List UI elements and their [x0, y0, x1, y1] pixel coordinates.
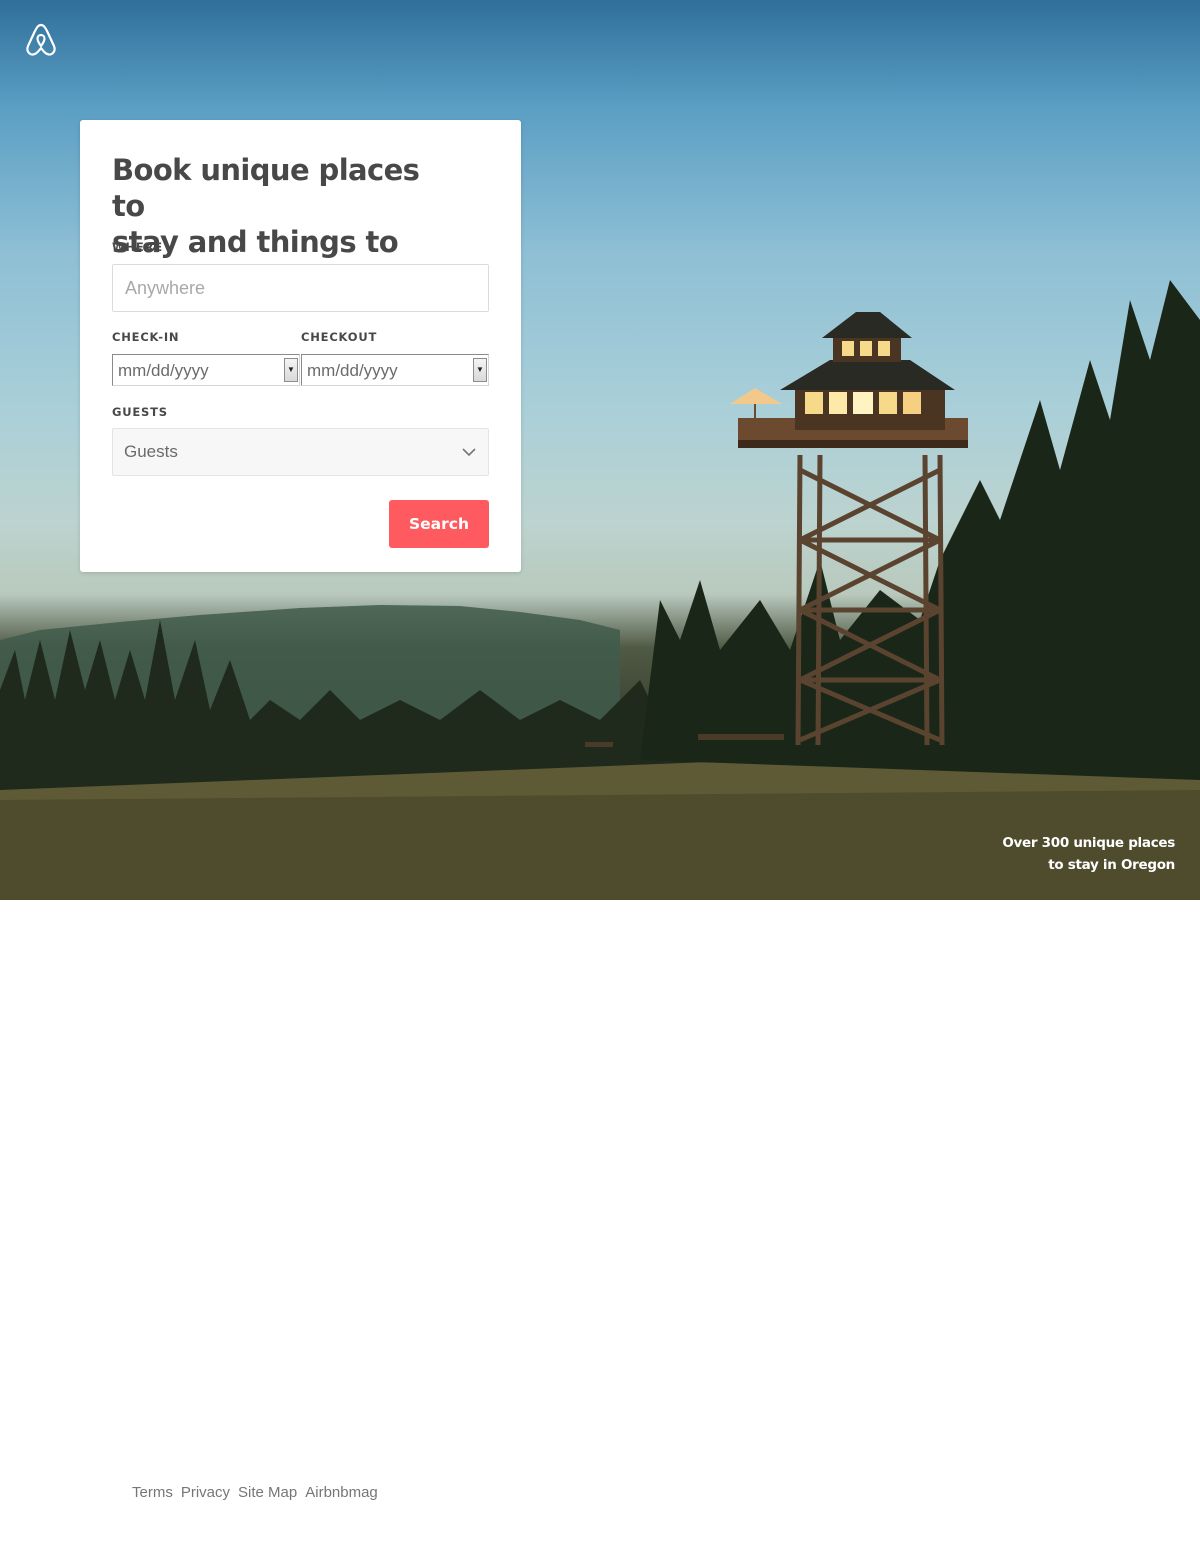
checkout-dropdown-icon[interactable]: ▼	[473, 358, 487, 382]
where-input[interactable]: Anywhere	[112, 264, 489, 312]
footer-link-privacy[interactable]: Privacy	[181, 1484, 230, 1501]
hero-caption-line1: Over 300 unique places	[1002, 835, 1175, 851]
title-line1: Book unique places to	[112, 153, 420, 223]
checkin-date-input[interactable]: mm/dd/yyyy ▼	[112, 354, 300, 386]
guests-value: Guests	[124, 442, 178, 461]
airbnb-logo-icon[interactable]	[24, 22, 58, 58]
guests-label: GUESTS	[112, 405, 168, 419]
footer-links: Terms Privacy Site Map Airbnbmag	[132, 1484, 378, 1501]
hero-caption: Over 300 unique places to stay in Oregon	[915, 832, 1175, 876]
checkout-date-input[interactable]: mm/dd/yyyy ▼	[301, 354, 489, 386]
checkin-label: CHECK-IN	[112, 330, 180, 344]
footer-link-terms[interactable]: Terms	[132, 1484, 173, 1501]
where-placeholder: Anywhere	[125, 278, 206, 298]
checkin-dropdown-icon[interactable]: ▼	[284, 358, 298, 382]
footer-link-airbnbmag[interactable]: Airbnbmag	[305, 1484, 378, 1501]
checkout-label: CHECKOUT	[301, 330, 378, 344]
chevron-down-icon	[462, 448, 476, 457]
hero-caption-line2: to stay in Oregon	[1048, 857, 1175, 873]
checkin-placeholder: mm/dd/yyyy	[118, 361, 209, 380]
checkout-placeholder: mm/dd/yyyy	[307, 361, 398, 380]
footer-link-sitemap[interactable]: Site Map	[238, 1484, 297, 1501]
search-card: Book unique places to stay and things to…	[80, 120, 521, 572]
guests-select[interactable]: Guests	[112, 428, 489, 476]
search-button[interactable]: Search	[389, 500, 489, 548]
where-label: WHERE	[112, 240, 163, 254]
